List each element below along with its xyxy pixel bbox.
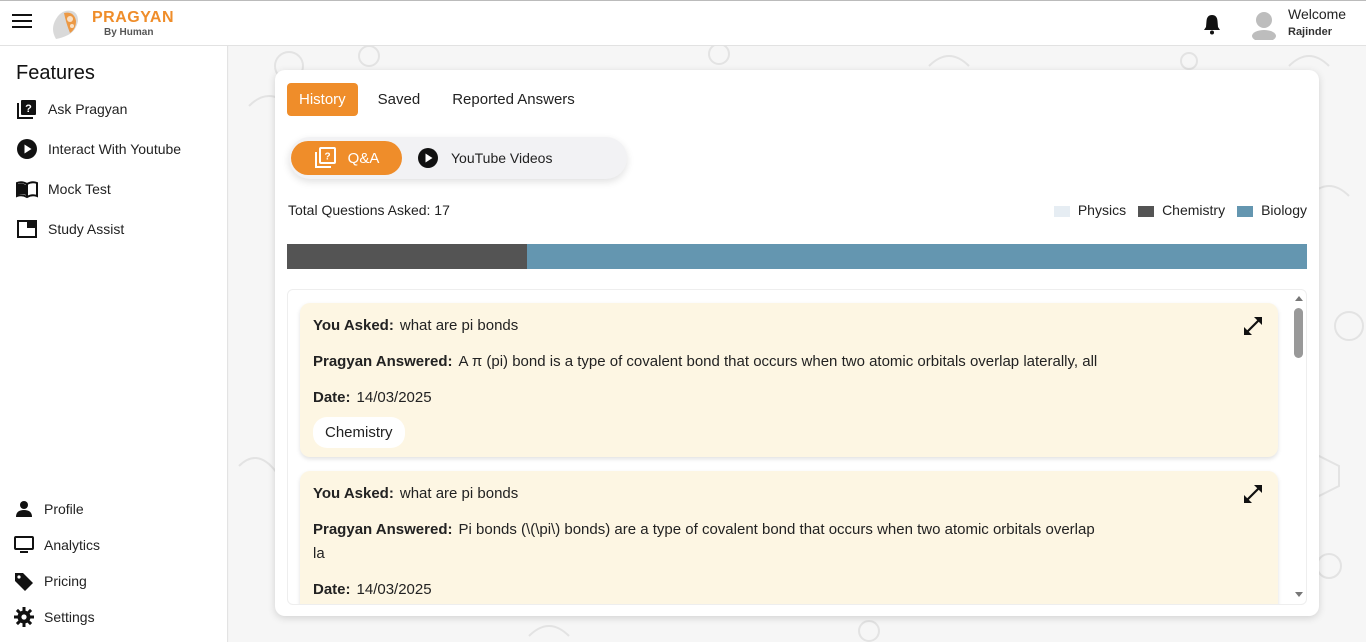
legend-chemistry: Chemistry <box>1138 202 1225 218</box>
question-book-icon: ? <box>17 100 36 119</box>
tab-history[interactable]: History <box>287 83 358 116</box>
tab-reported-answers[interactable]: Reported Answers <box>440 83 587 116</box>
answer-label: Pragyan Answered: <box>313 521 453 538</box>
svg-text:?: ? <box>25 103 32 115</box>
welcome-block: Welcome Rajinder <box>1288 6 1347 39</box>
answer-row: Pragyan Answered: Pi bonds (\(\pi\) bonds… <box>313 521 1095 538</box>
legend-label: Biology <box>1261 202 1307 218</box>
date-text: 14/03/2025 <box>356 389 432 406</box>
sidebar-item-interact-youtube[interactable]: Interact With Youtube <box>16 138 181 160</box>
sidebar-item-study-assist[interactable]: Study Assist <box>16 218 124 240</box>
question-book-icon: ? <box>314 147 336 168</box>
sidebar-item-pricing[interactable]: Pricing <box>14 571 87 591</box>
play-circle-icon <box>17 139 37 159</box>
date-label: Date: <box>313 581 351 598</box>
subject-chip: Chemistry <box>313 417 405 448</box>
sidebar-item-label: Pricing <box>44 573 87 589</box>
asked-row: You Asked: what are pi bonds <box>313 317 518 334</box>
scroll-up-arrow-icon[interactable] <box>1295 296 1303 301</box>
legend-physics: Physics <box>1053 202 1127 218</box>
date-row: Date: 14/03/2025 <box>313 389 432 406</box>
sidebar-item-label: Ask Pragyan <box>48 101 128 117</box>
asked-text: what are pi bonds <box>399 485 519 502</box>
sidebar-item-label: Mock Test <box>48 181 111 197</box>
question-history-list: You Asked: what are pi bonds Pragyan Answ… <box>287 289 1307 605</box>
person-icon <box>16 501 32 517</box>
legend-swatch <box>1138 206 1155 217</box>
asked-label: You Asked: <box>313 485 394 502</box>
tab-bar: History Saved Reported Answers <box>287 83 595 116</box>
logo-mark-icon <box>48 5 84 43</box>
question-card: You Asked: what are pi bonds Pragyan Answ… <box>300 471 1278 604</box>
date-label: Date: <box>313 389 351 406</box>
list-scrollbar[interactable] <box>1292 290 1306 604</box>
content-type-toggle: ? Q&A YouTube Videos <box>289 137 627 179</box>
gear-icon <box>14 607 34 627</box>
question-card: You Asked: what are pi bonds Pragyan Answ… <box>300 303 1278 457</box>
sidebar-item-label: Profile <box>44 501 84 517</box>
tab-saved[interactable]: Saved <box>366 83 433 116</box>
logo-title: PRAGYAN <box>92 9 175 26</box>
legend-label: Physics <box>1077 202 1127 218</box>
asked-row: You Asked: what are pi bonds <box>313 485 518 502</box>
top-header: PRAGYAN By Human Welcome Rajinder <box>0 0 1366 46</box>
open-book-icon <box>16 181 38 199</box>
legend-label: Chemistry <box>1162 202 1226 218</box>
history-card: History Saved Reported Answers ? Q&A You… <box>275 70 1319 616</box>
sidebar-item-analytics[interactable]: Analytics <box>14 535 100 555</box>
expand-icon[interactable] <box>1242 315 1264 337</box>
sidebar-item-label: Analytics <box>44 537 101 553</box>
answer-text: Pi bonds (\(\pi\) bonds) are a type of c… <box>458 521 1095 538</box>
window-icon <box>17 220 37 238</box>
sidebar-item-label: Study Assist <box>48 221 125 237</box>
legend-biology: Biology <box>1237 202 1307 218</box>
welcome-text: Welcome <box>1288 6 1347 22</box>
total-questions-text: Total Questions Asked: 17 <box>288 202 450 218</box>
answer-continuation: la <box>313 545 325 562</box>
qa-toggle-button[interactable]: ? Q&A <box>291 141 402 175</box>
answer-row: Pragyan Answered: A π (pi) bond is a type… <box>313 353 1097 370</box>
sidebar-item-mock-test[interactable]: Mock Test <box>16 178 111 200</box>
scroll-down-arrow-icon[interactable] <box>1295 592 1303 597</box>
legend-swatch <box>1237 206 1254 217</box>
logo-subtitle: By Human <box>104 27 154 38</box>
sidebar-item-ask-pragyan[interactable]: ? Ask Pragyan <box>16 98 127 120</box>
bell-icon[interactable] <box>1202 13 1222 35</box>
sidebar-item-profile[interactable]: Profile <box>14 499 84 519</box>
youtube-toggle-button[interactable]: YouTube Videos <box>417 141 552 175</box>
monitor-icon <box>14 536 34 553</box>
date-row: Date: 14/03/2025 <box>313 581 432 598</box>
subject-legend: Physics Chemistry Biology <box>1042 202 1307 218</box>
bar-segment-biology <box>526 244 1307 269</box>
user-name: Rajinder <box>1288 26 1333 39</box>
svg-text:?: ? <box>324 152 330 163</box>
play-circle-icon <box>418 148 438 168</box>
sidebar-item-label: Interact With Youtube <box>48 141 182 157</box>
sidebar-item-label: Settings <box>44 609 95 625</box>
hamburger-menu-icon[interactable] <box>12 14 32 30</box>
qa-toggle-label: Q&A <box>347 149 380 167</box>
bar-segment-chemistry <box>287 244 527 269</box>
asked-text: what are pi bonds <box>399 317 519 334</box>
scrollbar-thumb[interactable] <box>1294 308 1303 358</box>
sidebar-title: Features <box>16 62 95 84</box>
sidebar: Features ? Ask Pragyan Interact With You… <box>0 46 228 642</box>
avatar[interactable] <box>1250 10 1278 42</box>
sidebar-item-settings[interactable]: Settings <box>14 607 95 627</box>
asked-label: You Asked: <box>313 317 394 334</box>
app-logo[interactable]: PRAGYAN By Human <box>48 5 174 43</box>
date-text: 14/03/2025 <box>356 581 432 598</box>
answer-label: Pragyan Answered: <box>313 353 453 370</box>
legend-swatch <box>1053 206 1070 217</box>
youtube-toggle-label: YouTube Videos <box>451 150 553 166</box>
expand-icon[interactable] <box>1242 483 1264 505</box>
tag-icon <box>15 573 33 591</box>
answer-text: A π (pi) bond is a type of covalent bond… <box>458 353 1098 370</box>
subject-distribution-bar <box>287 244 1307 269</box>
